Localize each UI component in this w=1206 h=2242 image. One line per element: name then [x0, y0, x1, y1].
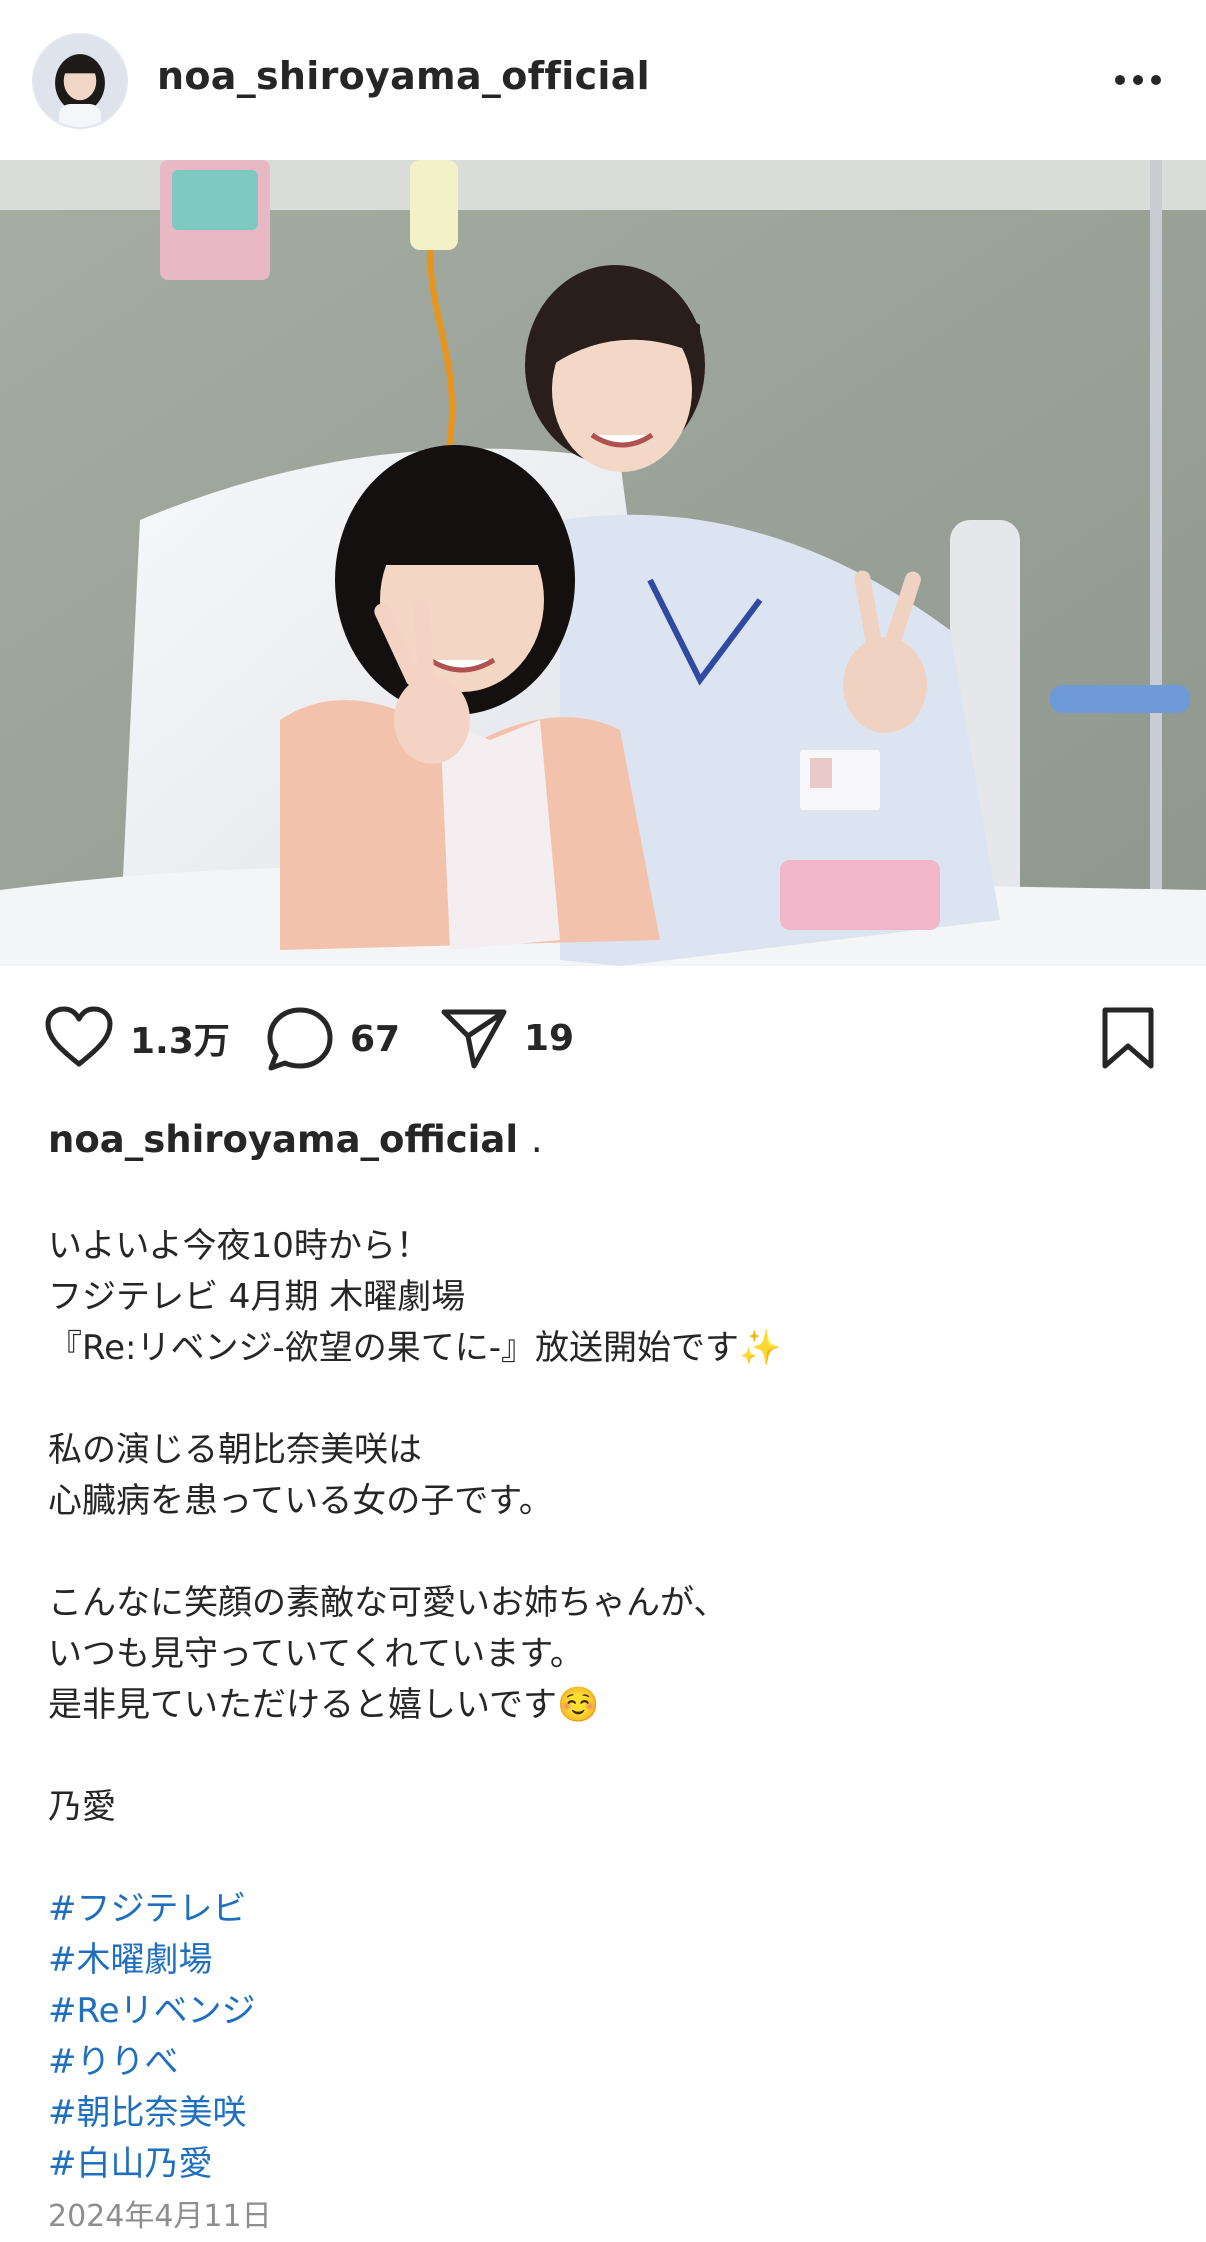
avatar[interactable]	[32, 33, 128, 129]
hashtag-link[interactable]: #木曜劇場	[48, 1935, 1158, 1986]
hashtag-link[interactable]: #白山乃愛	[48, 2139, 1158, 2190]
caption-header: noa_shiroyama_official .	[48, 1110, 1158, 1170]
caption-line: いつも見守っていてくれています。	[48, 1634, 584, 1674]
caption: noa_shiroyama_official . いよいよ今夜10時から！ フジ…	[48, 1110, 1158, 2242]
hashtag-link[interactable]: #りりべ	[48, 2037, 1158, 2088]
header-username[interactable]: noa_shiroyama_official	[157, 54, 650, 98]
caption-line: 心臓病を患っている女の子です。	[48, 1481, 553, 1521]
comment-count[interactable]: 67	[350, 1019, 400, 1060]
caption-line: 是非見ていただけると嬉しいです☺️	[48, 1685, 600, 1725]
hashtag-link[interactable]: #朝比奈美咲	[48, 2088, 1158, 2139]
caption-line: 私の演じる朝比奈美咲は	[48, 1430, 422, 1470]
post-header: noa_shiroyama_official	[0, 0, 1206, 160]
caption-line: いよいよ今夜10時から！	[48, 1226, 430, 1266]
like-count[interactable]: 1.3万	[130, 1012, 230, 1064]
action-bar: 1.3万 67 19	[0, 966, 1206, 1106]
hashtag-link[interactable]: #フジテレビ	[48, 1884, 1158, 1935]
caption-signature: 乃愛	[48, 1787, 116, 1827]
comment-group: 67	[266, 1006, 400, 1072]
heart-icon[interactable]	[44, 1006, 114, 1070]
send-icon[interactable]	[440, 1006, 508, 1070]
hashtag-link[interactable]: #Reリベンジ	[48, 1986, 1158, 2037]
comment-icon[interactable]	[266, 1006, 334, 1072]
like-group: 1.3万	[44, 1006, 230, 1070]
bookmark-icon[interactable]	[1100, 1006, 1156, 1070]
caption-line: こんなに笑顔の素敵な可愛いお姉ちゃんが、	[48, 1583, 728, 1623]
caption-line: 『Re:リベンジ-欲望の果てに-』放送開始です✨	[48, 1328, 782, 1368]
share-count[interactable]: 19	[524, 1018, 574, 1059]
caption-username[interactable]: noa_shiroyama_official	[48, 1118, 518, 1161]
caption-dot: .	[530, 1118, 543, 1161]
caption-line: フジテレビ 4月期 木曜劇場	[48, 1277, 466, 1317]
post-photo[interactable]	[0, 160, 1206, 966]
share-group: 19	[440, 1006, 574, 1070]
more-horizontal-icon[interactable]	[1112, 68, 1164, 92]
avatar-image	[34, 35, 126, 127]
